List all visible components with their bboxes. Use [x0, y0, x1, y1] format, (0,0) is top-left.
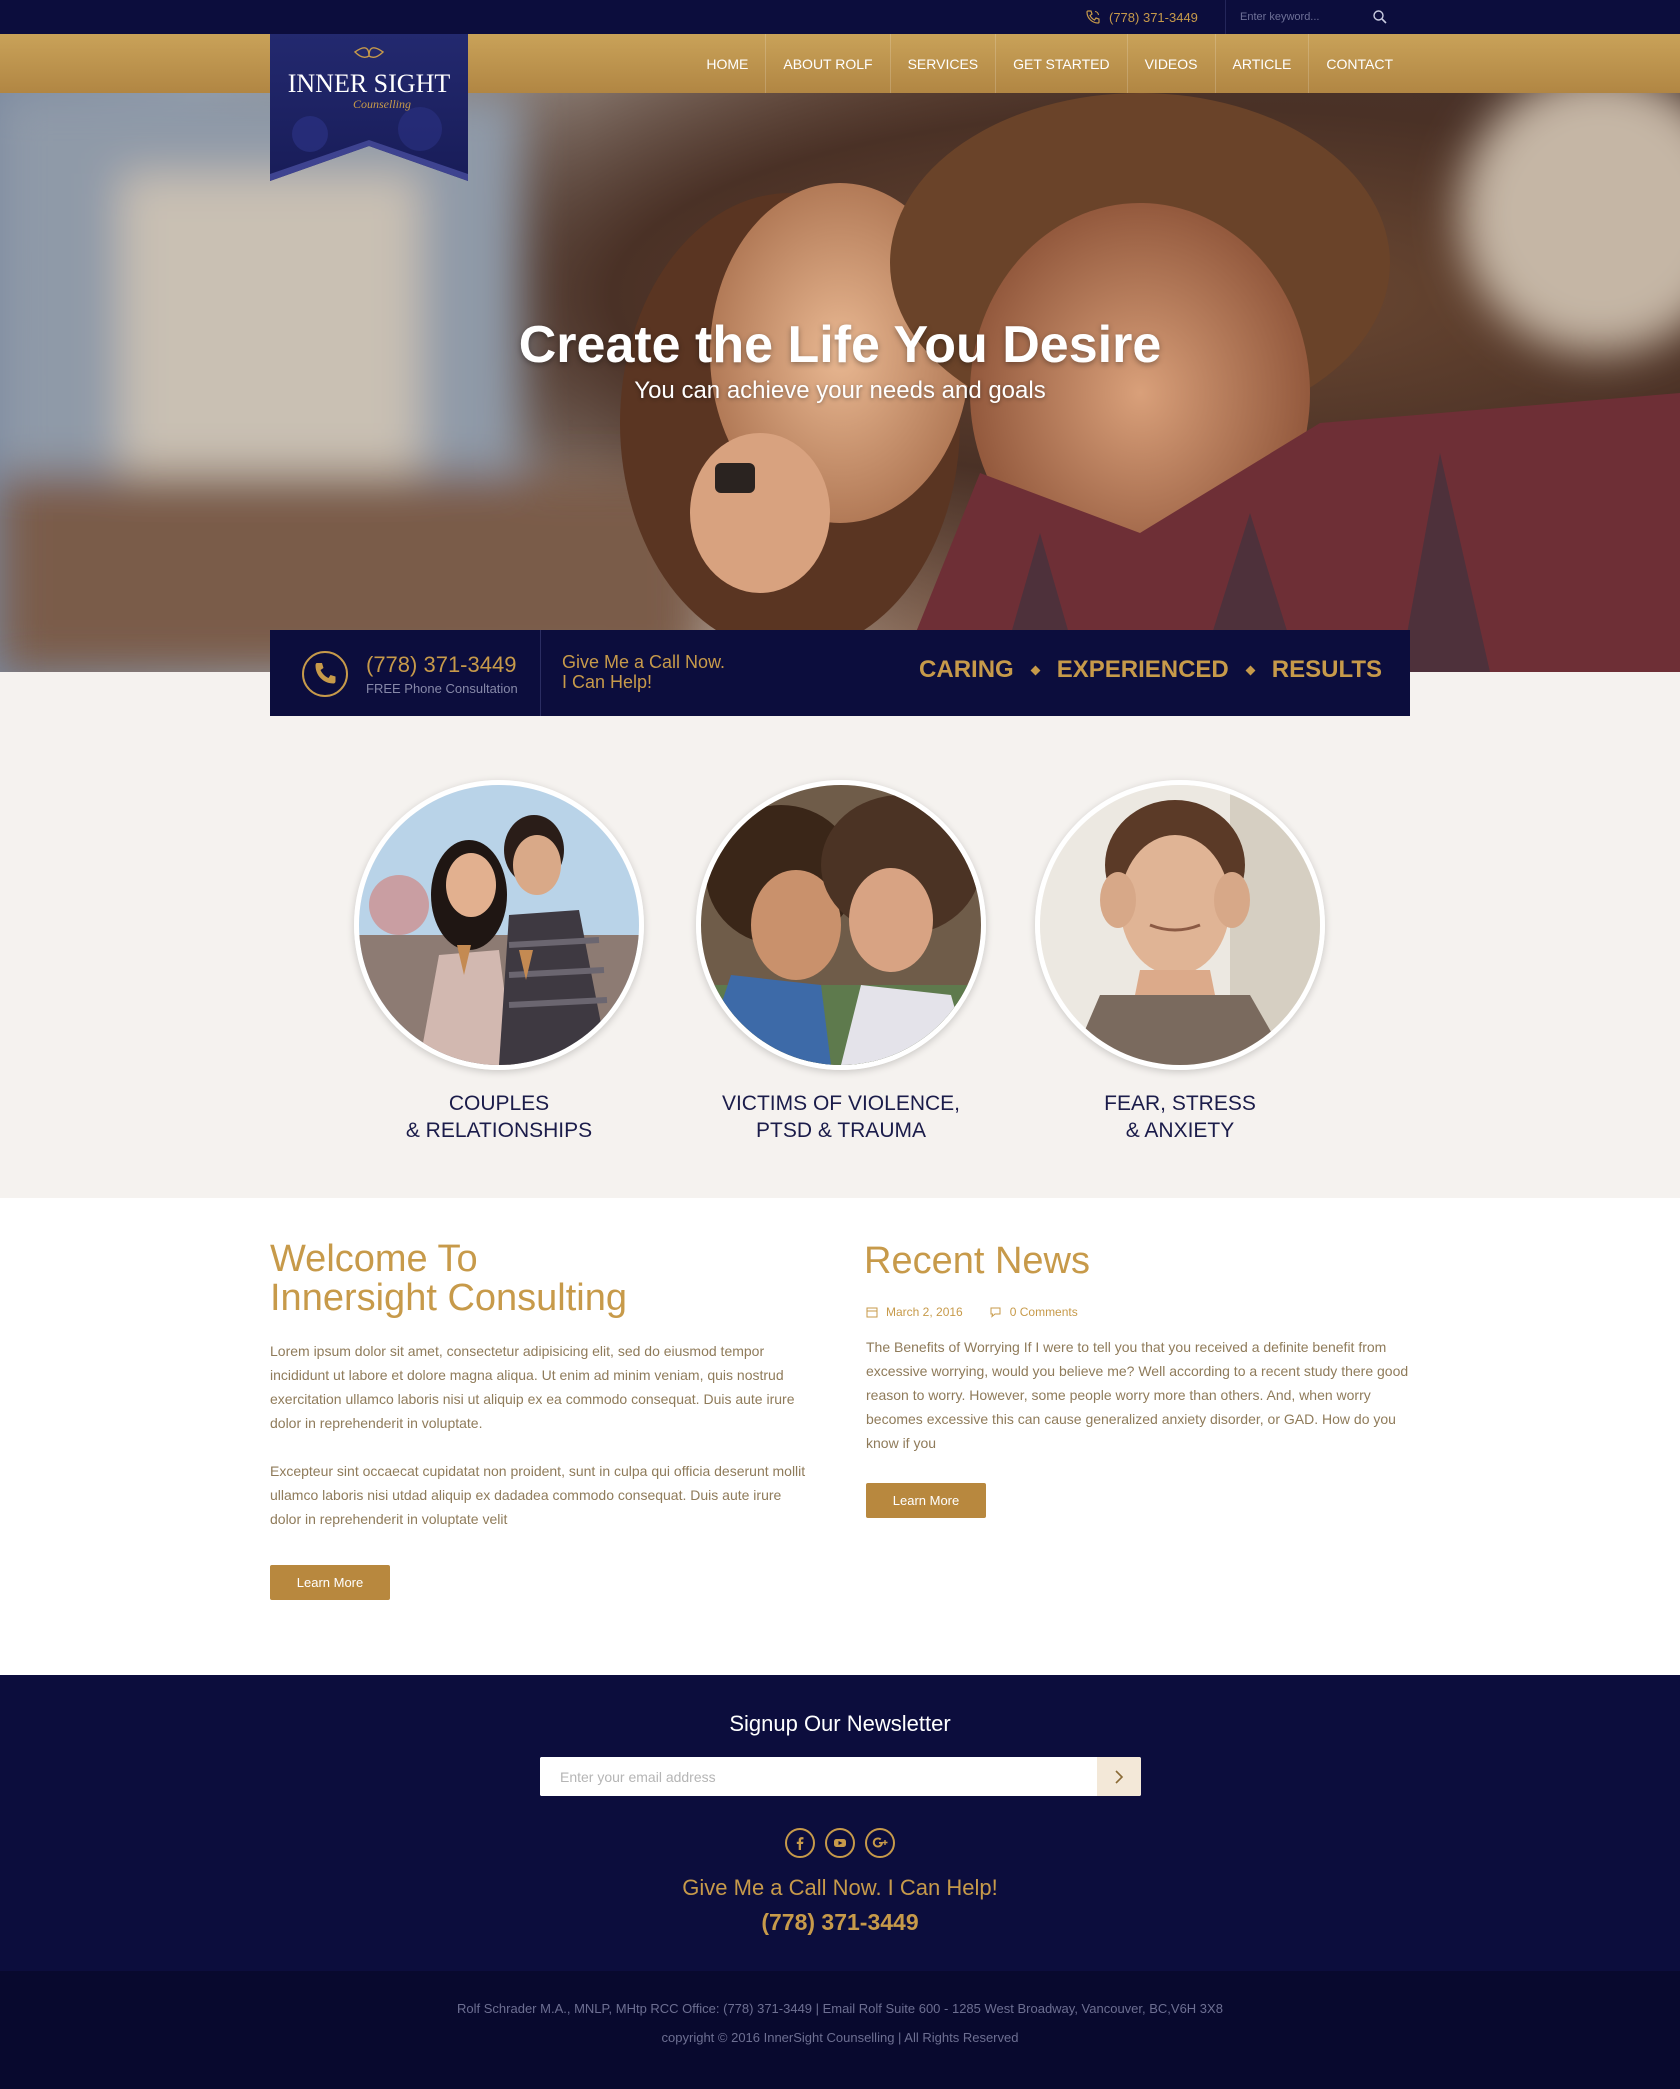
footer-phone[interactable]: (778) 371-3449: [0, 1909, 1680, 1936]
footer-address: Rolf Schrader M.A., MNLP, MHtp RCC Offic…: [457, 2001, 1223, 2016]
calendar-icon: [866, 1307, 878, 1318]
news-date-text: March 2, 2016: [886, 1305, 963, 1319]
nav-article[interactable]: ARTICLE: [1214, 34, 1309, 93]
service-image-fear[interactable]: [1035, 780, 1325, 1070]
news-learn-more-button[interactable]: Learn More: [866, 1483, 986, 1518]
service-label-line: & RELATIONSHIPS: [405, 1119, 593, 1142]
top-phone-number: (778) 371-3449: [1109, 9, 1198, 25]
newsletter-form: [540, 1757, 1141, 1796]
logo[interactable]: INNER SIGHT Counselling: [270, 34, 468, 181]
service-label-victims: VICTIMS OF VIOLENCE, PTSD & TRAUMA: [696, 1090, 986, 1144]
newsletter-title: Signup Our Newsletter: [729, 1711, 951, 1736]
hero-subtitle: You can achieve your needs and goals: [634, 377, 1046, 404]
phone-icon: [1086, 10, 1100, 24]
service-label-line: PTSD & TRAUMA: [756, 1119, 926, 1142]
anxiety-photo: [1040, 785, 1320, 1065]
footer-give-text: Give Me a Call Now. I Can Help!: [682, 1875, 998, 1900]
call-bar: (778) 371-3449 FREE Phone Consultation G…: [270, 630, 1410, 716]
welcome-title: Welcome To Innersight Consulting: [270, 1240, 810, 1318]
welcome-paragraph-2: Excepteur sint occaecat cupidatat non pr…: [270, 1463, 806, 1527]
call-divider: [540, 630, 541, 716]
tag-experienced: EXPERIENCED: [1056, 656, 1229, 683]
service-label-line: VICTIMS OF VIOLENCE,: [721, 1092, 961, 1115]
service-label-line: COUPLES: [448, 1092, 550, 1115]
phone-circle-icon[interactable]: [301, 650, 349, 698]
couple-photo: [359, 785, 639, 1065]
newsletter-email-input[interactable]: [540, 1757, 1097, 1796]
tag-caring: CARING: [919, 656, 1014, 683]
call-give-line1: Give Me a Call Now.: [562, 652, 726, 672]
welcome-paragraph-1: Lorem ipsum dolor sit amet, consectetur …: [270, 1343, 795, 1431]
news-title: Recent News: [864, 1240, 1090, 1282]
service-fear[interactable]: FEAR, STRESS & ANXIETY: [1035, 780, 1325, 1144]
bottom-bar: Rolf Schrader M.A., MNLP, MHtp RCC Offic…: [0, 1971, 1680, 2089]
nav-videos[interactable]: VIDEOS: [1126, 34, 1215, 93]
top-bar: (778) 371-3449: [0, 0, 1680, 34]
service-image-victims[interactable]: [696, 780, 986, 1070]
call-give-line2: I Can Help!: [562, 672, 653, 692]
comment-icon: [990, 1307, 1001, 1318]
news-meta: March 2, 2016 0 Comments: [866, 1305, 1078, 1319]
news-comments[interactable]: 0 Comments: [989, 1305, 1078, 1319]
service-image-couples[interactable]: [354, 780, 644, 1070]
nav-contact[interactable]: CONTACT: [1308, 34, 1410, 93]
nav-home[interactable]: HOME: [689, 34, 765, 93]
chevron-right-icon: [1115, 1769, 1124, 1784]
hero-banner: Create the Life You Desire You can achie…: [0, 93, 1680, 672]
nav-about-rolf[interactable]: ABOUT ROLF: [765, 34, 889, 93]
main-nav: HOME ABOUT ROLF SERVICES GET STARTED VID…: [689, 34, 1410, 93]
diamond-separator-icon: [1245, 665, 1256, 675]
nav-services[interactable]: SERVICES: [889, 34, 996, 93]
call-tags: CARING EXPERIENCED RESULTS: [919, 656, 1382, 684]
service-couples[interactable]: COUPLES & RELATIONSHIPS: [354, 780, 644, 1144]
service-label-line: & ANXIETY: [1125, 1119, 1235, 1142]
welcome-title-line2: Innersight Consulting: [270, 1277, 627, 1319]
youtube-icon[interactable]: [825, 1828, 855, 1858]
service-label-couples: COUPLES & RELATIONSHIPS: [354, 1090, 644, 1144]
diamond-separator-icon: [1030, 665, 1041, 675]
services-section: COUPLES & RELATIONSHIPS VICTIMS OF VIOLE…: [0, 672, 1680, 1198]
hero-title: Create the Life You Desire: [518, 316, 1162, 374]
newsletter-submit-button[interactable]: [1097, 1757, 1141, 1796]
service-label-line: FEAR, STRESS: [1104, 1092, 1256, 1115]
search-icon[interactable]: [1372, 9, 1388, 25]
top-phone[interactable]: (778) 371-3449: [1085, 8, 1198, 26]
nav-get-started[interactable]: GET STARTED: [995, 34, 1126, 93]
service-label-fear: FEAR, STRESS & ANXIETY: [1035, 1090, 1325, 1144]
footer: Signup Our Newsletter Give Me a Call Now…: [0, 1675, 1680, 1971]
service-victims[interactable]: VICTIMS OF VIOLENCE, PTSD & TRAUMA: [696, 780, 986, 1144]
victims-photo: [701, 785, 981, 1065]
logo-subtext: Counselling: [353, 97, 411, 111]
news-comments-text: 0 Comments: [1009, 1305, 1078, 1319]
google-plus-icon[interactable]: [865, 1828, 895, 1858]
footer-copyright: copyright © 2016 InnerSight Counselling …: [661, 2030, 1019, 2045]
logo-text: INNER SIGHT: [288, 69, 451, 98]
call-free-text: FREE Phone Consultation: [366, 681, 518, 696]
news-date: March 2, 2016: [866, 1305, 963, 1319]
nav-bar: HOME ABOUT ROLF SERVICES GET STARTED VID…: [0, 34, 1680, 93]
tag-results: RESULTS: [1271, 656, 1382, 683]
facebook-icon[interactable]: [785, 1828, 815, 1858]
welcome-title-line1: Welcome To: [270, 1238, 478, 1280]
welcome-learn-more-button[interactable]: Learn More: [270, 1565, 390, 1600]
call-give-text: Give Me a Call Now. I Can Help!: [562, 652, 782, 692]
news-body: The Benefits of Worrying If I were to te…: [866, 1339, 1409, 1451]
top-search: [1225, 0, 1400, 34]
social-links: [0, 1828, 1680, 1858]
search-input[interactable]: [1226, 11, 1356, 23]
call-phone-number[interactable]: (778) 371-3449: [366, 652, 516, 678]
